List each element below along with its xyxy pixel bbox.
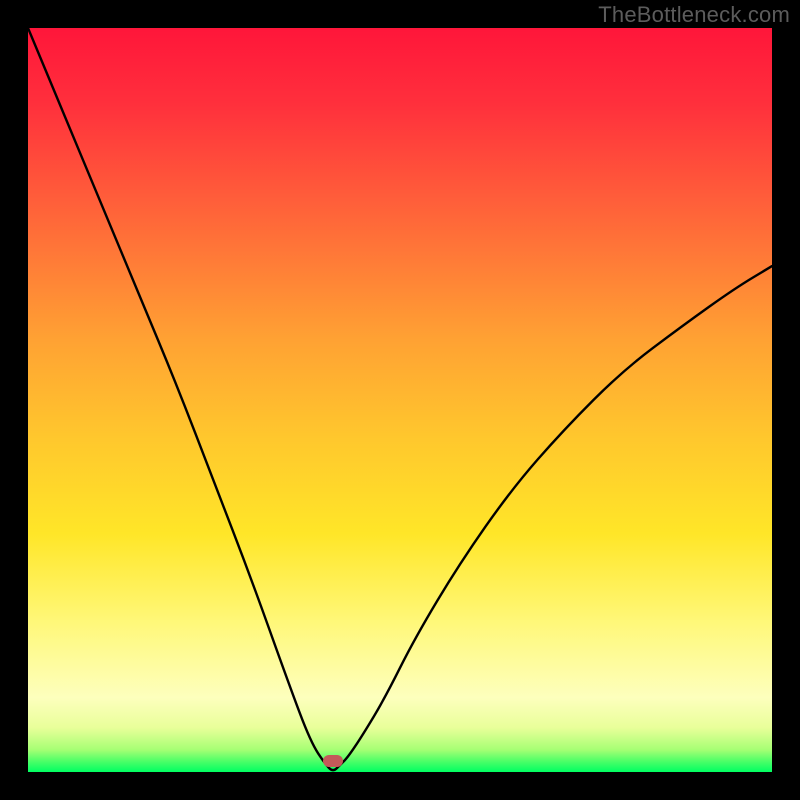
chart-frame: TheBottleneck.com [0,0,800,800]
plot-area [28,28,772,772]
watermark-text: TheBottleneck.com [598,2,790,28]
optimal-point-marker [323,755,343,767]
bottleneck-curve [28,28,772,772]
